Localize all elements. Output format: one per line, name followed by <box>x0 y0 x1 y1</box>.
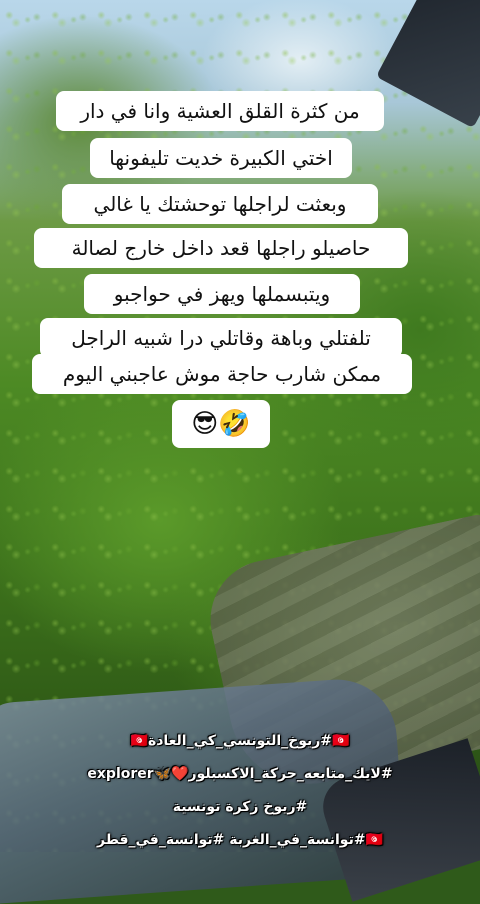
hashtag-line[interactable]: 🇹🇳#ريوخ_التونسي_كي_العادة🇹🇳 <box>0 733 480 749</box>
caption-emoji-line: 😎🤣 <box>172 400 270 448</box>
caption-line: حاصيلو راجلها قعد داخل خارج لصالة <box>34 228 408 268</box>
caption-line: ممكن شارب حاجة موش عاجبني اليوم <box>32 354 412 394</box>
caption-line: تلفتلي وباهة وقاتلي درا شبيه الراجل <box>40 318 402 358</box>
story-caption: من كثرة القلق العشية وانا في دار اختي ال… <box>0 0 480 852</box>
caption-line: وبعثت لراجلها توحشتك يا غالي <box>62 184 378 224</box>
hashtag-line[interactable]: #لايك_متابعه_حركة_الاكسبلور❤️🦋explorer <box>0 766 480 782</box>
hashtag-line[interactable]: 🇹🇳#توانسة_في_الغربة #توانسة_في_قطر <box>0 832 480 848</box>
caption-line: ويتبسملها ويهز في حواجبو <box>84 274 360 314</box>
caption-line: اختي الكبيرة خديت تليفونها <box>90 138 352 178</box>
caption-line: من كثرة القلق العشية وانا في دار <box>56 91 384 131</box>
hashtag-line[interactable]: #ريوخ زكرة تونسية <box>0 799 480 815</box>
